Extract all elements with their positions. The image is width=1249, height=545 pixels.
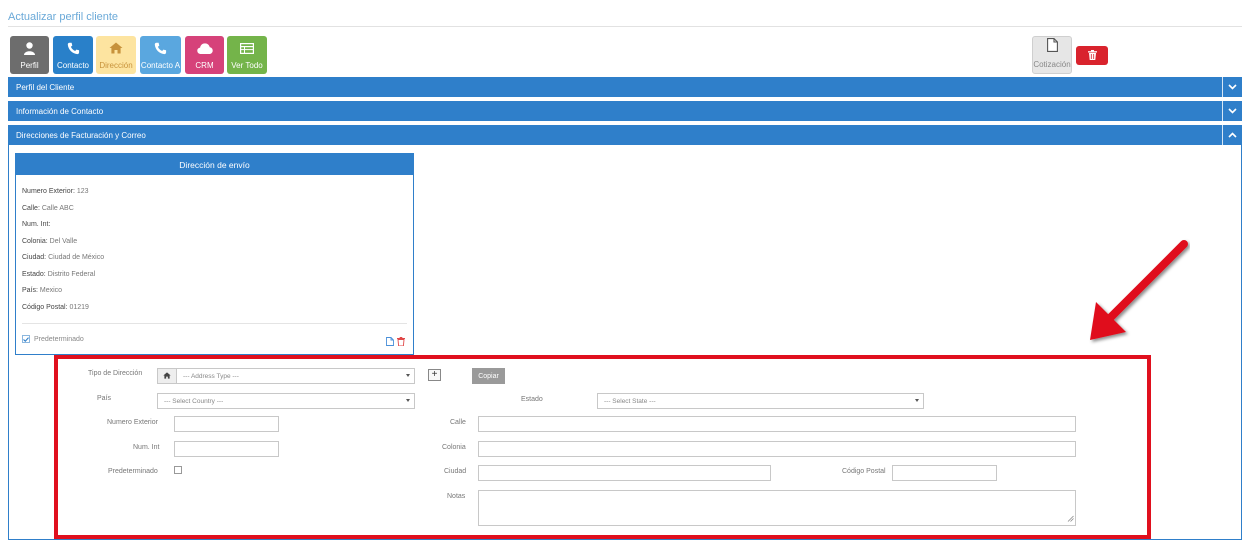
address-field-value: Distrito Federal (47, 271, 96, 278)
address-field-value: Del Valle (49, 238, 78, 245)
trash-icon[interactable] (397, 337, 405, 348)
contacto-a-button[interactable]: Contacto A (140, 36, 181, 74)
document-icon (1046, 38, 1058, 54)
annotation-arrow-icon (1090, 240, 1188, 340)
crm-button[interactable]: CRM (185, 36, 224, 74)
address-field-value: Mexico (39, 287, 63, 294)
address-field-value: 01219 (69, 304, 89, 311)
user-icon (22, 41, 38, 55)
section-perfil-header[interactable]: Perfil del Cliente (8, 77, 1242, 97)
address-card-title: Dirección de envío (16, 154, 413, 175)
address-field: País: Mexico (22, 287, 62, 294)
address-field-key: Numero Exterior: (22, 188, 75, 195)
section-direcciones-header[interactable]: Direcciones de Facturación y Correo (8, 125, 1242, 145)
default-label: Predeterminado (34, 335, 84, 343)
page-title: Actualizar perfil cliente (8, 11, 119, 23)
table-icon (239, 41, 255, 55)
address-field-key: Estado: (22, 271, 46, 278)
address-field-value: Ciudad de México (48, 254, 105, 261)
checkbox-checked-icon (22, 335, 30, 343)
home-icon (108, 41, 124, 55)
address-field-key: Calle: (22, 205, 40, 212)
cotizacion-label: Cotización (1033, 60, 1071, 69)
cotizacion-button[interactable]: Cotización (1032, 36, 1072, 74)
card-divider (22, 323, 407, 324)
address-card: Dirección de envío Numero Exterior: 123 … (15, 153, 414, 355)
address-field: Ciudad: Ciudad de México (22, 254, 104, 261)
section-perfil-title: Perfil del Cliente (16, 82, 75, 92)
address-field: Numero Exterior: 123 (22, 188, 89, 195)
address-field: Código Postal: 01219 (22, 304, 89, 311)
chevron-up-icon[interactable] (1222, 125, 1242, 145)
phone-icon (153, 41, 169, 55)
address-field-key: Código Postal: (22, 304, 68, 311)
crm-label: CRM (195, 61, 214, 70)
cloud-icon (196, 41, 213, 55)
address-field-key: Colonia: (22, 238, 48, 245)
title-divider (8, 26, 1242, 27)
trash-icon (1087, 49, 1097, 62)
contacto-label: Contacto (56, 61, 90, 70)
address-field: Calle: Calle ABC (22, 205, 74, 212)
section-contacto-title: Información de Contacto (16, 106, 104, 116)
direccion-label: Dirección (99, 61, 133, 70)
address-field-value: Calle ABC (41, 205, 74, 212)
address-field: Num. Int: (22, 221, 50, 228)
address-field: Estado: Distrito Federal (22, 271, 95, 278)
contacto-a-label: Contacto A (140, 61, 181, 70)
address-field-key: Ciudad: (22, 254, 47, 261)
ver-todo-label: Ver Todo (231, 61, 263, 70)
perfil-label: Perfil (20, 61, 39, 70)
ver-todo-button[interactable]: Ver Todo (227, 36, 267, 74)
section-direcciones-title: Direcciones de Facturación y Correo (16, 130, 146, 140)
perfil-button[interactable]: Perfil (10, 36, 49, 74)
chevron-down-icon[interactable] (1222, 101, 1242, 121)
contacto-button[interactable]: Contacto (53, 36, 93, 74)
address-field-key: País: (22, 287, 38, 294)
address-field: Colonia: Del Valle (22, 238, 77, 245)
highlight-box (54, 355, 1151, 539)
edit-document-icon[interactable] (386, 337, 394, 348)
address-field-value: 123 (76, 188, 89, 195)
direccion-button[interactable]: Dirección (96, 36, 136, 74)
phone-icon (65, 41, 81, 55)
address-field-key: Num. Int: (22, 221, 51, 228)
card-actions (386, 337, 405, 348)
delete-button[interactable] (1076, 46, 1108, 65)
section-contacto-header[interactable]: Información de Contacto (8, 101, 1242, 121)
chevron-down-icon[interactable] (1222, 77, 1242, 97)
default-indicator: Predeterminado (22, 335, 84, 343)
